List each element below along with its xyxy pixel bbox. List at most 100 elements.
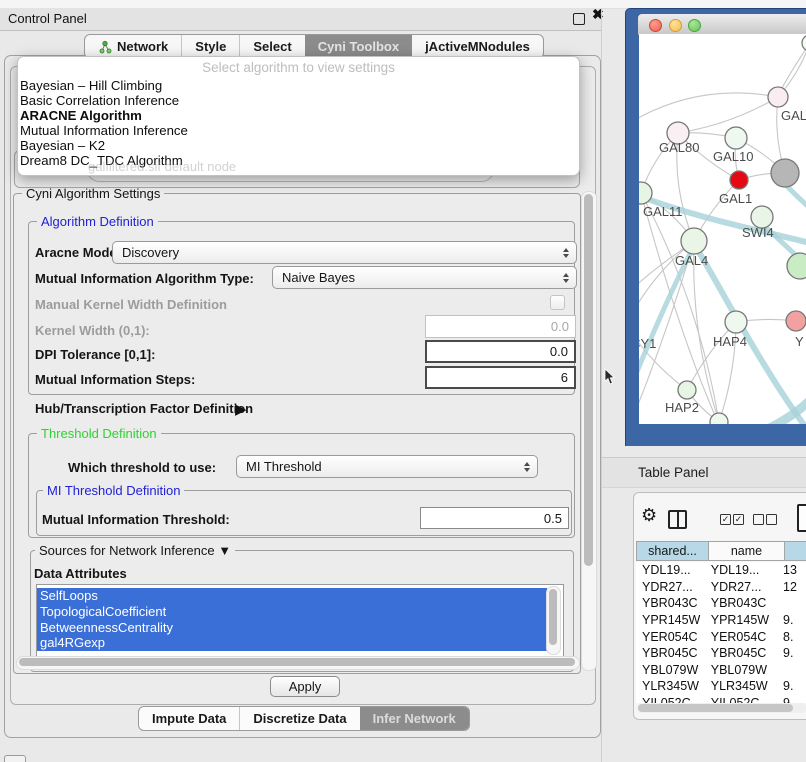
network-node-bottom[interactable] — [710, 413, 728, 424]
attribute-list-item[interactable]: TopologicalCoefficient — [37, 604, 547, 620]
hub-expand-arrow-icon[interactable]: ▶ — [235, 400, 247, 418]
split-columns-icon[interactable] — [668, 510, 687, 529]
table-hscroll-thumb[interactable] — [638, 704, 793, 712]
sources-collapse-arrow-icon[interactable]: ▼ — [218, 543, 231, 558]
network-node-gal10[interactable] — [725, 127, 747, 149]
mi-steps-input[interactable]: 6 — [425, 366, 576, 389]
network-node-hap4[interactable] — [725, 311, 747, 333]
table-cell: 9. — [777, 613, 806, 627]
which-threshold-combo[interactable]: MI Threshold — [236, 455, 538, 478]
settings-hscroll-track[interactable] — [16, 656, 580, 670]
network-node-redn[interactable] — [730, 171, 748, 189]
table-row[interactable]: YER054CYER054C8. — [636, 628, 806, 645]
kernel-width-input[interactable]: 0.0 — [425, 315, 576, 338]
algorithm-option[interactable]: ARACNE Algorithm — [20, 108, 577, 123]
panel-splitter[interactable] — [601, 8, 602, 762]
network-edge — [639, 93, 778, 122]
mi-threshold-input[interactable]: 0.5 — [420, 507, 569, 529]
window-minimize-light[interactable] — [669, 19, 682, 32]
table-row[interactable]: YBR045CYBR045C9. — [636, 645, 806, 662]
tab-discretize-data[interactable]: Discretize Data — [239, 707, 359, 730]
network-node-label: HAP2 — [665, 400, 699, 415]
bottom-corner-button[interactable] — [4, 755, 26, 762]
network-node-top[interactable] — [802, 35, 806, 51]
table-cell: YER054C — [636, 630, 705, 644]
deselect-checkbox-icon2[interactable] — [766, 514, 777, 525]
table-row[interactable]: YIL052CYIL052C9. — [636, 695, 806, 703]
which-threshold-value: MI Threshold — [246, 459, 322, 474]
attribute-list-item[interactable]: gal4RGexp — [37, 635, 547, 651]
aracne-mode-combo[interactable]: Discovery — [112, 241, 577, 264]
select-all-checkbox-icon2[interactable]: ✓ — [733, 514, 744, 525]
network-view-window[interactable]: GALGAL80GAL10GAL1GAL11SWI4GAL4GCY1HAP4YH… — [625, 8, 806, 446]
table-row[interactable]: YBR043CYBR043C — [636, 595, 806, 612]
table-cell: YPR145W — [636, 613, 705, 627]
table-cell: YLR345W — [636, 679, 705, 693]
apply-button[interactable]: Apply — [270, 676, 340, 697]
gear-icon[interactable]: ⚙ — [641, 506, 657, 524]
tab-select[interactable]: Select — [239, 35, 304, 58]
algorithm-dropdown[interactable]: Select algorithm to view settings Bayesi… — [17, 56, 580, 176]
network-node-biggreen[interactable] — [787, 253, 806, 279]
deselect-checkbox-icon[interactable] — [753, 514, 764, 525]
table-row[interactable]: YDL19...YDL19...13 — [636, 562, 806, 579]
tab-impute-data[interactable]: Impute Data — [139, 707, 239, 730]
table-hscroll-track[interactable] — [637, 703, 806, 713]
new-column-icon[interactable] — [797, 504, 806, 532]
algorithm-option[interactable]: Mutual Information Inference — [20, 123, 577, 138]
tab-jactivemnodules[interactable]: jActiveMNodules — [412, 35, 543, 58]
screen: Control Panel ✖ Network Style Select Cyn… — [0, 0, 806, 762]
network-node-label: GAL1 — [719, 191, 752, 206]
table-panel-header: Table Panel — [602, 457, 806, 488]
table-cell: 9. — [777, 679, 806, 693]
table-cell: YDL19... — [636, 563, 705, 577]
settings-vscroll-track[interactable] — [581, 191, 597, 671]
algorithm-option[interactable]: Bayesian – K2 — [20, 138, 577, 153]
attributes-vscroll-track[interactable] — [546, 586, 561, 655]
network-icon — [98, 40, 112, 54]
manual-kernel-checkbox[interactable] — [550, 295, 565, 310]
column-header-partial[interactable] — [785, 541, 806, 561]
algorithm-option[interactable]: Basic Correlation Inference — [20, 93, 577, 108]
tab-style[interactable]: Style — [181, 35, 239, 58]
table-cell: YIL052C — [705, 696, 777, 703]
combo-arrows-icon — [563, 248, 569, 258]
table-row[interactable]: YBL079WYBL079W — [636, 662, 806, 679]
attribute-list-item[interactable]: SelfLoops — [37, 588, 547, 604]
tab-discretize-data-label: Discretize Data — [253, 711, 346, 726]
network-edge — [678, 97, 778, 133]
network-node-salmon[interactable] — [786, 311, 806, 331]
float-panel-icon[interactable] — [573, 13, 585, 25]
network-node-gal4[interactable] — [681, 228, 707, 254]
tab-cyni-toolbox[interactable]: Cyni Toolbox — [305, 35, 412, 58]
attribute-list-item[interactable]: BetweennessCentrality — [37, 620, 547, 636]
tab-infer-network[interactable]: Infer Network — [360, 707, 469, 730]
sources-title-text: Sources for Network Inference — [39, 543, 215, 558]
window-close-light[interactable] — [649, 19, 662, 32]
table-row[interactable]: YDR27...YDR27...12 — [636, 579, 806, 596]
tab-network[interactable]: Network — [85, 35, 181, 58]
network-canvas[interactable]: GALGAL80GAL10GAL1GAL11SWI4GAL4GCY1HAP4YH… — [639, 34, 806, 424]
network-node-gal7pink[interactable] — [768, 87, 788, 107]
settings-hscroll-thumb[interactable] — [19, 658, 575, 666]
window-zoom-light[interactable] — [688, 19, 701, 32]
network-node-grayn[interactable] — [771, 159, 799, 187]
data-attributes-list[interactable]: SelfLoopsTopologicalCoefficientBetweenne… — [36, 584, 564, 657]
network-node-label: GAL4 — [675, 253, 708, 268]
dpi-tolerance-input[interactable]: 0.0 — [425, 340, 576, 363]
column-header-shared[interactable]: shared... — [636, 541, 709, 561]
network-edge — [687, 322, 736, 390]
table-body: YDL19...YDL19...13YDR27...YDR27...12YBR0… — [636, 562, 806, 703]
table-row[interactable]: YPR145WYPR145W9. — [636, 612, 806, 629]
manual-kernel-label: Manual Kernel Width Definition — [35, 297, 227, 312]
table-cell: 12 — [777, 580, 806, 594]
network-node-hap2[interactable] — [678, 381, 696, 399]
select-all-checkbox-icon[interactable]: ✓ — [720, 514, 731, 525]
network-window-titlebar[interactable] — [638, 14, 806, 35]
algorithm-option[interactable]: Bayesian – Hill Climbing — [20, 78, 577, 93]
column-header-name[interactable]: name — [709, 541, 785, 561]
attributes-vscroll-thumb[interactable] — [549, 589, 557, 645]
table-row[interactable]: YLR345WYLR345W9. — [636, 678, 806, 695]
settings-vscroll-thumb[interactable] — [584, 194, 593, 566]
mi-type-combo[interactable]: Naive Bayes — [272, 266, 577, 289]
